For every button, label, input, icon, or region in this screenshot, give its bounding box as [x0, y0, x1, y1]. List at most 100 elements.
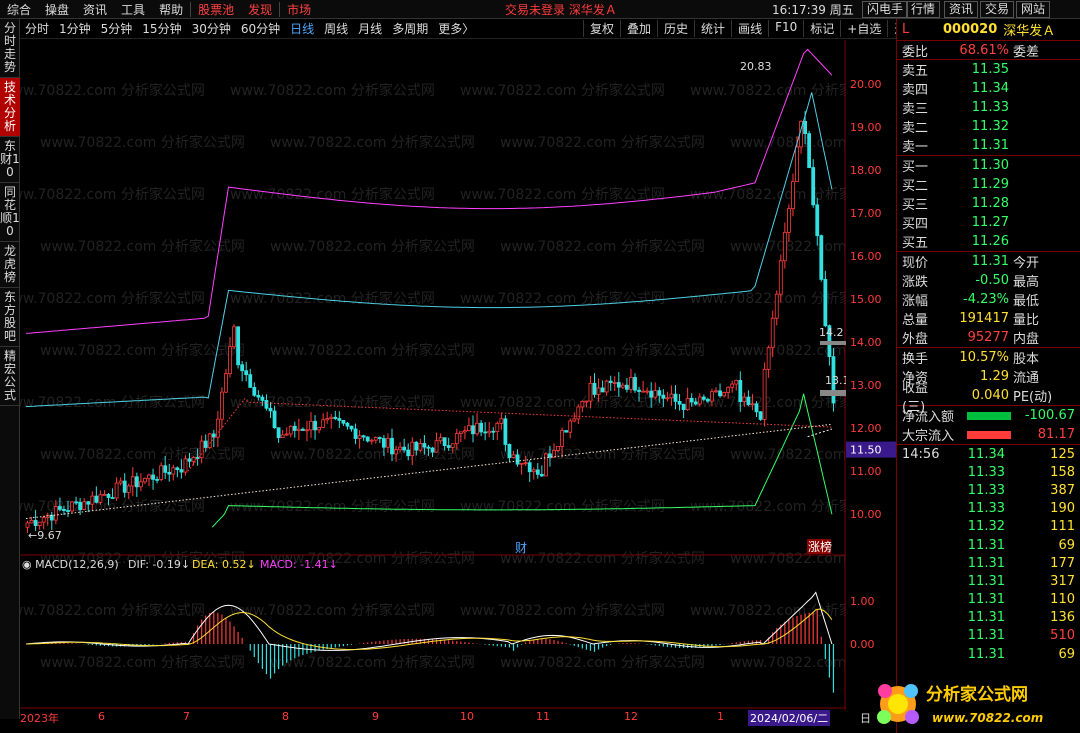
- macd-value: MACD: -1.41↓: [260, 558, 338, 571]
- stat-row-3: 总量 191417 量比: [902, 311, 1040, 328]
- menu-item-0[interactable]: 综合: [0, 1, 38, 18]
- svg-text:www.70822.com 分析家公式网: www.70822.com 分析家公式网: [230, 602, 435, 619]
- tool-6[interactable]: 标记: [803, 20, 840, 37]
- date-tick-0: 2023年: [20, 712, 59, 725]
- menu-item-2[interactable]: 资讯: [76, 1, 114, 18]
- price-tick-0: 20.00: [850, 78, 882, 91]
- svg-text:www.70822.com 分析家公式网: www.70822.com 分析家公式网: [460, 82, 665, 99]
- period-toolbar: 分时 1分钟 5分钟 15分钟 30分钟 60分钟 日线 周线 月线 多周期 更多〉 复权 叠加 历史 统计…: [20, 19, 918, 39]
- svg-text:www.70822.com 分析家公式网: www.70822.com 分析家公式网: [730, 134, 846, 151]
- period-2[interactable]: 5分钟: [96, 20, 138, 37]
- trade-status: 交易未登录 深华发Ａ: [505, 2, 617, 17]
- top-menubar: 综合 操盘 资讯 工具 帮助 股票池 发现 市场 交易未登录 深华发Ａ 16:17:39 周五 闪电…: [0, 0, 1080, 19]
- svg-text:www.70822.com 分析家公式网: www.70822.com 分析家公式网: [500, 134, 705, 151]
- svg-text:www.70822.com 分析家公式网: www.70822.com 分析家公式网: [230, 290, 435, 307]
- top-button-4[interactable]: 网站: [1016, 1, 1051, 18]
- svg-text:www.70822.com 分析家公式网: www.70822.com 分析家公式网: [690, 290, 846, 307]
- svg-text:www.70822.com 分析家公式网: www.70822.com 分析家公式网: [270, 342, 475, 359]
- left-tab-1[interactable]: 技术分析: [0, 78, 20, 137]
- quote-panel: L 000020 深华发Ａ 委比 68.61% 委差 卖五 11.35 卖四 11.34 卖三 11.…: [896, 19, 1080, 733]
- ask-row-2: 卖三 11.33: [902, 100, 1009, 117]
- left-side-tabs: 分时走势 技术分析 东财10 同花顺10 龙虎榜 东方股吧 精宏公式: [0, 19, 20, 719]
- flow-row-1: 大宗流入 81.17: [902, 427, 1075, 444]
- svg-text:www.70822.com 分析家公式网: www.70822.com 分析家公式网: [730, 654, 846, 671]
- price-tick-10: 10.00: [850, 508, 882, 521]
- svg-text:www.70822.com 分析家公式网: www.70822.com 分析家公式网: [20, 498, 205, 515]
- left-tab-4[interactable]: 龙虎榜: [0, 242, 20, 288]
- min-price-label: ←9.67: [28, 529, 62, 542]
- period-5[interactable]: 60分钟: [236, 20, 285, 37]
- menu-item-3[interactable]: 工具: [114, 1, 152, 18]
- tool-5[interactable]: F10: [768, 20, 803, 37]
- left-tab-5[interactable]: 东方股吧: [0, 288, 20, 347]
- tick-row-8: 11.31 110: [967, 592, 1075, 608]
- top-button-3[interactable]: 交易: [980, 1, 1015, 18]
- kline-chart[interactable]: www.70822.com 分析家公式网 www.70822.com 分析家公式网…: [20, 40, 846, 710]
- tool-1[interactable]: 叠加: [620, 20, 657, 37]
- svg-text:www.70822.com 分析家公式网: www.70822.com 分析家公式网: [500, 446, 705, 463]
- top-button-0[interactable]: 闪电手: [862, 1, 909, 18]
- period-4[interactable]: 30分钟: [187, 20, 236, 37]
- svg-text:www.70822.com 分析家公式网: www.70822.com 分析家公式网: [690, 186, 846, 203]
- event-limitup[interactable]: 涨榜: [808, 539, 832, 554]
- menu-item-5[interactable]: 股票池: [191, 1, 241, 18]
- marker-bar-2: [820, 390, 846, 396]
- svg-text:www.70822.com 分析家公式网: www.70822.com 分析家公式网: [500, 238, 705, 255]
- period-8[interactable]: 月线: [353, 20, 387, 37]
- stat2-row-2: 收益(三) 0.040 PE(动): [902, 380, 1053, 415]
- menu-item-1[interactable]: 操盘: [38, 1, 76, 18]
- svg-text:www.70822.com 分析家公式网: www.70822.com 分析家公式网: [230, 186, 435, 203]
- tool-7[interactable]: +自选: [840, 20, 887, 37]
- price-tick-5: 15.00: [850, 293, 882, 306]
- period-7[interactable]: 周线: [319, 20, 353, 37]
- period-3[interactable]: 15分钟: [137, 20, 186, 37]
- tick-row-11: 11.31 69: [967, 646, 1075, 662]
- tick-row-6: 11.31 177: [967, 555, 1075, 571]
- tick-row-10: 11.31 510: [967, 628, 1075, 644]
- top-button-1[interactable]: 行情: [906, 1, 941, 18]
- tool-2[interactable]: 历史: [657, 20, 694, 37]
- level-label-2: 13.1: [825, 374, 846, 387]
- stat-row-0: 现价 11.31 今开: [902, 254, 1040, 271]
- tick-row-1: 11.33 158: [967, 464, 1075, 480]
- svg-text:www.70822.com 分析家公式网: www.70822.com 分析家公式网: [460, 498, 665, 515]
- svg-text:www.70822.com 分析家公式网: www.70822.com 分析家公式网: [500, 550, 705, 567]
- period-9[interactable]: 多周期: [387, 20, 433, 37]
- flow-bar-0: [967, 411, 1011, 420]
- weibi-row: 委比 68.61% 委差: [897, 41, 1080, 60]
- quote-prefix: L: [902, 22, 910, 37]
- period-10[interactable]: 更多〉: [433, 20, 479, 37]
- tool-0[interactable]: 复权: [583, 20, 620, 37]
- clock: 16:17:39 周五: [772, 2, 854, 17]
- tick-row-0: 14:56 11.34 125: [902, 446, 1075, 462]
- stat-row-4: 外盘 95277 内盘: [902, 330, 1040, 347]
- top-button-2[interactable]: 资讯: [944, 1, 979, 18]
- svg-text:www.70822.com 分析家公式网: www.70822.com 分析家公式网: [270, 654, 475, 671]
- period-1[interactable]: 1分钟: [54, 20, 96, 37]
- left-tab-3[interactable]: 同花顺10: [0, 183, 20, 242]
- price-tick-9: 11.00: [850, 465, 882, 478]
- left-tab-6[interactable]: 精宏公式: [0, 347, 20, 406]
- tool-3[interactable]: 统计: [694, 20, 731, 37]
- svg-text:www.70822.com 分析家公式网: www.70822.com 分析家公式网: [40, 134, 245, 151]
- bid-row-2: 买三 11.28: [902, 196, 1009, 213]
- period-0[interactable]: 分时: [20, 20, 54, 37]
- macd-name[interactable]: ◉ MACD(12,26,9): [22, 558, 119, 571]
- marker-bar: [820, 341, 846, 345]
- left-tab-0[interactable]: 分时走势: [0, 19, 20, 78]
- menu-item-6[interactable]: 发现: [241, 1, 279, 18]
- date-tick-7: 12: [624, 710, 638, 723]
- period-6[interactable]: 日线: [285, 20, 319, 37]
- tool-4[interactable]: 画线: [731, 20, 768, 37]
- event-finance[interactable]: 财: [515, 541, 527, 555]
- stat-row-2: 涨幅 -4.23% 最低: [902, 292, 1040, 309]
- date-cursor-label: 2024/02/06/二: [748, 710, 831, 726]
- tick-row-7: 11.31 317: [967, 573, 1075, 589]
- tick-row-4: 11.32 111: [967, 519, 1075, 535]
- left-tab-2[interactable]: 东财10: [0, 137, 20, 183]
- svg-text:www.70822.com 分析家公式网: www.70822.com 分析家公式网: [270, 446, 475, 463]
- menu-item-4[interactable]: 帮助: [152, 1, 190, 18]
- svg-text:www.70822.com 分析家公式网: www.70822.com 分析家公式网: [40, 654, 245, 671]
- stock-name: 深华发Ａ: [1003, 24, 1056, 39]
- menu-item-7[interactable]: 市场: [280, 1, 318, 18]
